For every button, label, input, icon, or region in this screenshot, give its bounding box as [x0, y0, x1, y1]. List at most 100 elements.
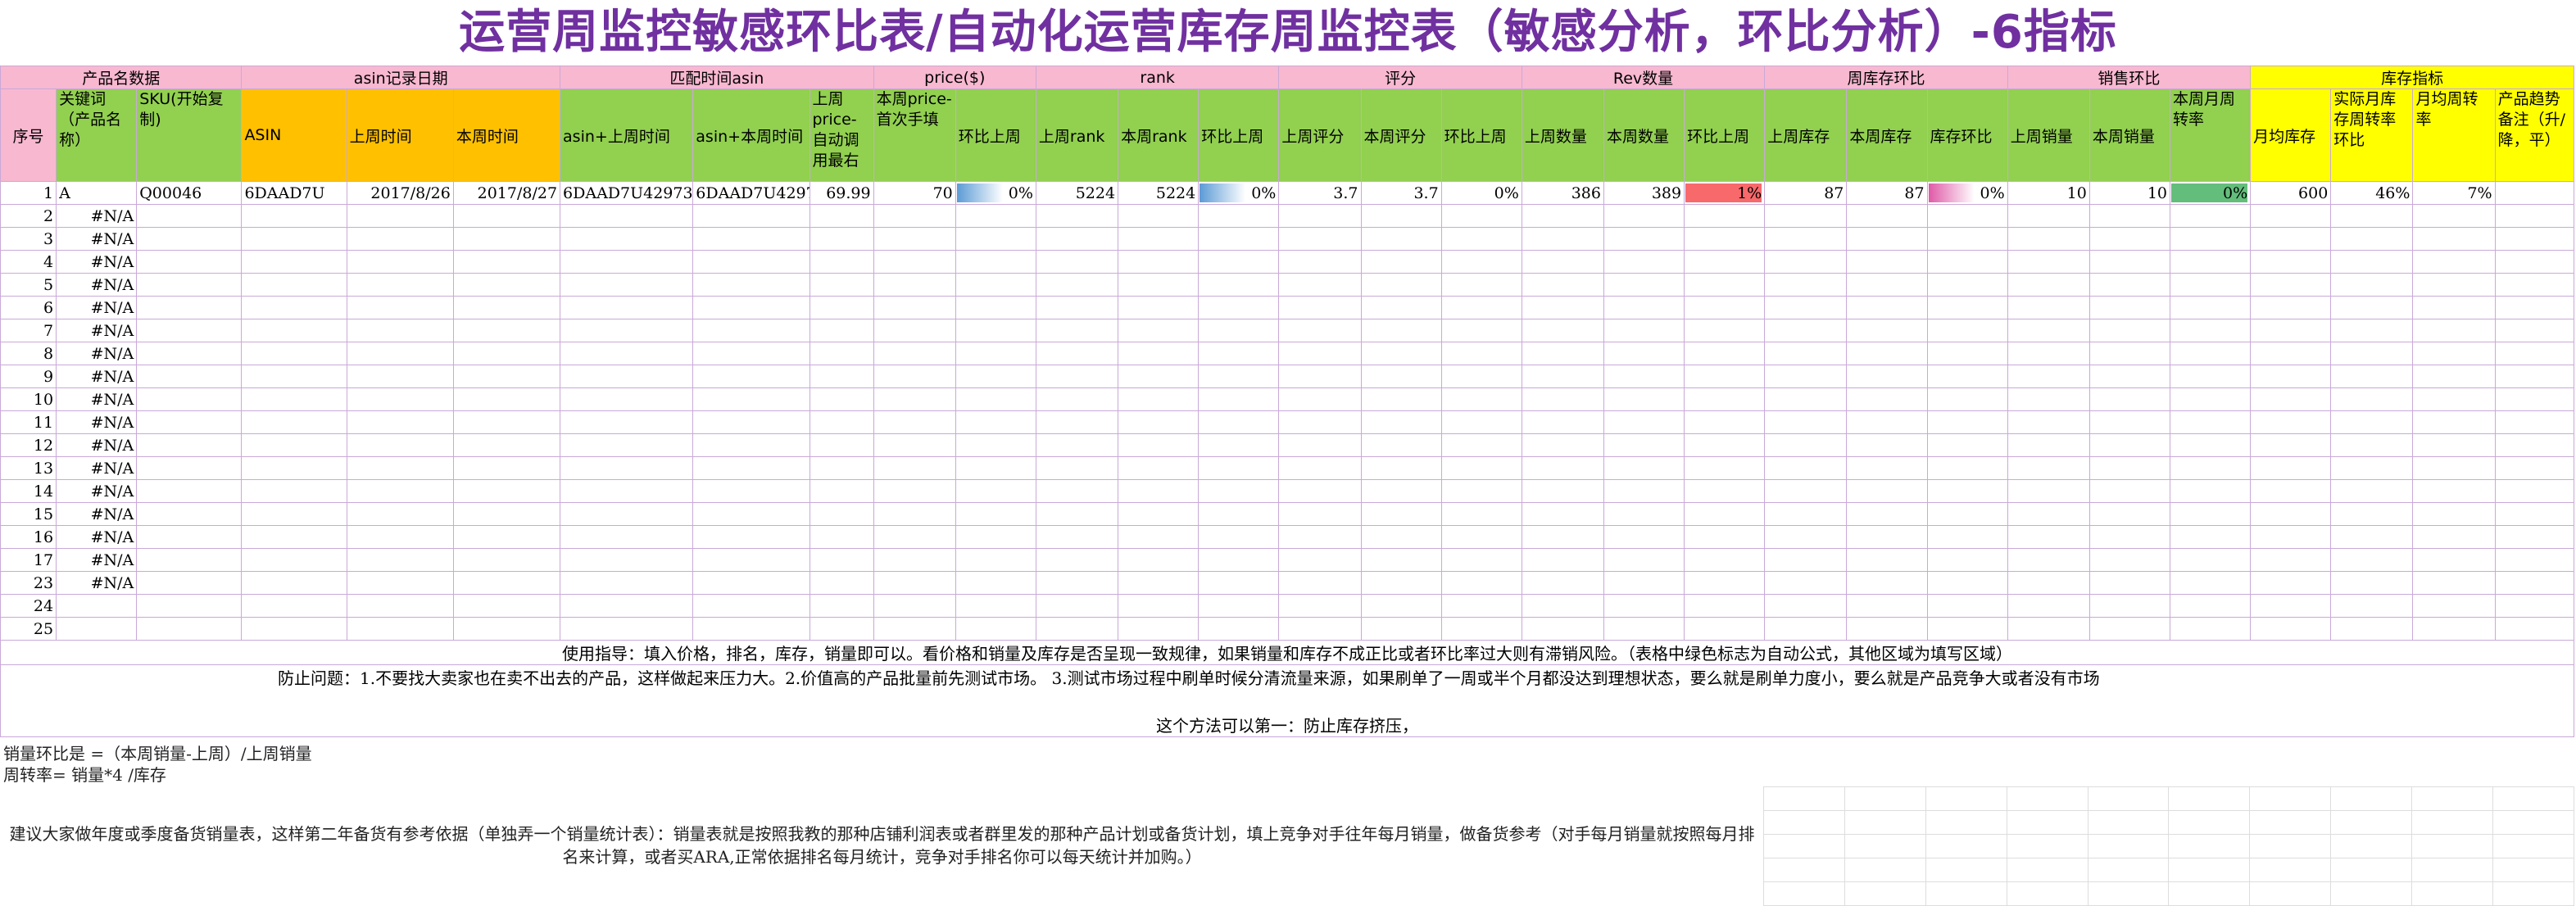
cell[interactable] — [560, 525, 694, 549]
cell[interactable] — [1440, 365, 1522, 388]
cell[interactable] — [1521, 250, 1604, 274]
cell[interactable] — [2412, 273, 2496, 297]
cell[interactable] — [2250, 342, 2332, 365]
cell[interactable] — [2250, 617, 2332, 641]
cell[interactable] — [2088, 250, 2171, 274]
cell[interactable] — [241, 410, 347, 434]
cell[interactable] — [1926, 410, 2008, 434]
cell[interactable] — [2007, 594, 2090, 618]
cell[interactable] — [1764, 273, 1848, 297]
cell[interactable] — [1198, 342, 1280, 365]
cell[interactable] — [955, 479, 1036, 503]
cell[interactable] — [2494, 227, 2575, 251]
cell[interactable] — [1118, 433, 1200, 457]
cell[interactable] — [1278, 548, 1362, 572]
cell[interactable] — [873, 548, 956, 572]
cell[interactable] — [1198, 433, 1280, 457]
cell[interactable] — [1278, 525, 1362, 549]
cell-num[interactable]: 15 — [0, 502, 57, 526]
cell[interactable] — [346, 365, 454, 388]
cell[interactable] — [1118, 296, 1200, 319]
cell[interactable] — [809, 273, 874, 297]
cell-keyword[interactable]: A — [56, 181, 138, 205]
cell[interactable] — [2412, 296, 2496, 319]
cell[interactable] — [346, 617, 454, 641]
cell-score-last[interactable]: 3.7 — [1278, 181, 1362, 205]
cell[interactable] — [136, 548, 243, 572]
cell[interactable] — [873, 571, 956, 595]
cell-price-chg[interactable]: 0% — [955, 181, 1036, 205]
cell[interactable] — [1521, 319, 1604, 342]
cell[interactable] — [1764, 365, 1848, 388]
cell[interactable] — [1440, 296, 1522, 319]
cell[interactable] — [136, 479, 243, 503]
cell[interactable] — [2007, 525, 2090, 549]
cell[interactable] — [2250, 204, 2332, 228]
cell-this-date[interactable]: 2017/8/27 — [452, 181, 561, 205]
cell[interactable] — [241, 273, 347, 297]
cell[interactable] — [1035, 227, 1119, 251]
cell[interactable] — [1440, 410, 1522, 434]
cell[interactable] — [2250, 365, 2332, 388]
cell[interactable] — [136, 456, 243, 480]
cell[interactable] — [560, 410, 694, 434]
cell-keyword[interactable]: #N/A — [56, 433, 138, 457]
cell[interactable] — [1035, 342, 1119, 365]
cell-num[interactable]: 24 — [0, 594, 57, 618]
cell[interactable] — [1278, 273, 1362, 297]
cell[interactable] — [1440, 594, 1522, 618]
cell[interactable] — [1278, 365, 1362, 388]
cell[interactable] — [2494, 387, 2575, 411]
cell[interactable] — [1360, 456, 1442, 480]
cell-sales-last[interactable]: 10 — [2007, 181, 2090, 205]
cell-num[interactable]: 25 — [0, 617, 57, 641]
cell[interactable] — [136, 571, 243, 595]
cell[interactable] — [1603, 250, 1685, 274]
cell-num[interactable]: 11 — [0, 410, 57, 434]
cell[interactable] — [955, 525, 1036, 549]
cell[interactable] — [1846, 433, 1928, 457]
cell[interactable] — [809, 479, 874, 503]
cell[interactable] — [2330, 502, 2414, 526]
cell[interactable] — [692, 365, 810, 388]
cell[interactable] — [2412, 227, 2496, 251]
cell[interactable] — [346, 319, 454, 342]
cell[interactable] — [1846, 365, 1928, 388]
cell[interactable] — [2088, 502, 2171, 526]
cell[interactable] — [2330, 342, 2414, 365]
cell[interactable] — [1684, 410, 1766, 434]
cell[interactable] — [1684, 479, 1766, 503]
cell[interactable] — [241, 365, 347, 388]
cell[interactable] — [346, 525, 454, 549]
cell[interactable] — [136, 594, 243, 618]
cell-sales-this[interactable]: 10 — [2088, 181, 2171, 205]
cell[interactable] — [2007, 296, 2090, 319]
cell[interactable] — [241, 342, 347, 365]
cell[interactable] — [2330, 617, 2414, 641]
cell[interactable] — [136, 319, 243, 342]
cell[interactable] — [2494, 410, 2575, 434]
cell[interactable] — [452, 433, 561, 457]
cell[interactable] — [873, 273, 956, 297]
cell[interactable] — [1278, 571, 1362, 595]
cell[interactable] — [2412, 548, 2496, 572]
cell[interactable] — [809, 525, 874, 549]
cell[interactable] — [955, 227, 1036, 251]
cell[interactable] — [2088, 204, 2171, 228]
cell[interactable] — [2412, 525, 2496, 549]
cell[interactable] — [1846, 250, 1928, 274]
cell[interactable] — [1846, 548, 1928, 572]
cell[interactable] — [346, 433, 454, 457]
cell[interactable] — [1684, 502, 1766, 526]
cell[interactable] — [692, 387, 810, 411]
cell[interactable] — [2088, 410, 2171, 434]
cell[interactable] — [1521, 342, 1604, 365]
cell[interactable] — [1440, 227, 1522, 251]
cell-num[interactable]: 16 — [0, 525, 57, 549]
cell-num[interactable]: 9 — [0, 365, 57, 388]
cell[interactable] — [241, 594, 347, 618]
cell[interactable] — [136, 250, 243, 274]
cell[interactable] — [1360, 250, 1442, 274]
cell[interactable] — [1360, 365, 1442, 388]
cell-keyword[interactable]: #N/A — [56, 250, 138, 274]
